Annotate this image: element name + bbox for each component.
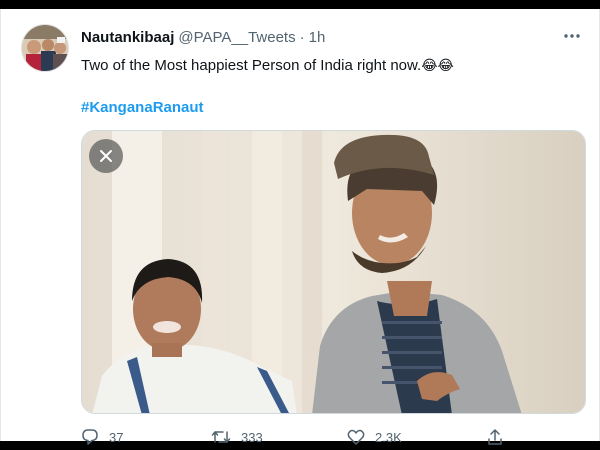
tweet-time[interactable]: 1h — [309, 29, 326, 46]
like-count: 2.3K — [375, 429, 402, 445]
more-icon[interactable] — [561, 27, 583, 45]
reply-count: 37 — [109, 429, 124, 445]
user-handle[interactable]: @PAPA__Tweets — [178, 29, 295, 46]
retweet-icon — [211, 431, 231, 443]
retweet-button[interactable]: 333 — [211, 425, 263, 449]
tweet-header: Nautankibaaj @PAPA__Tweets · 1h — [81, 26, 579, 48]
tweet-card: Nautankibaaj @PAPA__Tweets · 1h Two of t… — [0, 9, 600, 445]
tweet-actions: 37 333 2.3K — [81, 425, 511, 449]
share-button[interactable] — [486, 425, 514, 449]
like-button[interactable]: 2.3K — [347, 425, 402, 449]
reply-button[interactable]: 37 — [81, 425, 123, 449]
laughing-emoji: 😂😂 — [421, 57, 454, 73]
close-icon[interactable] — [89, 139, 123, 173]
display-name[interactable]: Nautankibaaj — [81, 29, 174, 46]
avatar[interactable] — [21, 24, 69, 72]
reply-icon — [82, 429, 98, 445]
tweet-text: Two of the Most happiest Person of India… — [81, 57, 454, 74]
like-icon — [347, 429, 365, 445]
share-icon — [488, 429, 502, 445]
separator-dot: · — [299, 28, 305, 46]
retweet-count: 333 — [241, 429, 263, 445]
tweet-body: Two of the Most happiest Person of India… — [81, 57, 422, 74]
tweet-photo[interactable] — [81, 130, 586, 414]
hashtag-link[interactable]: #KanganaRanaut — [81, 99, 204, 116]
